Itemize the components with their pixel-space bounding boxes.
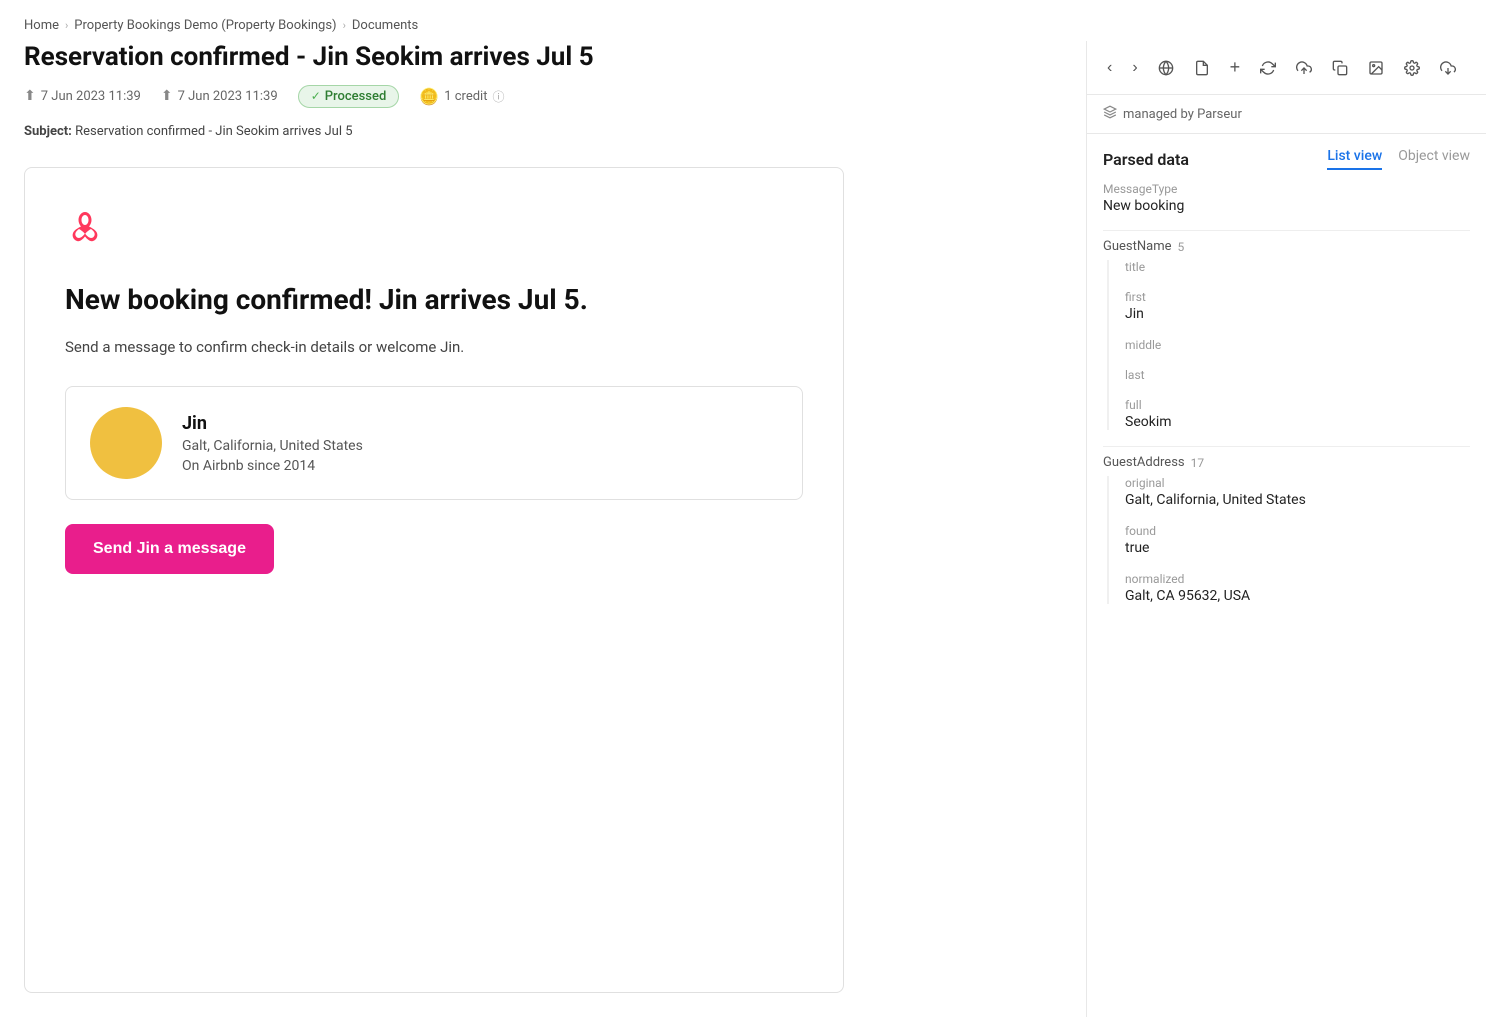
field-value-found: true: [1125, 540, 1470, 556]
created-date: ⬆ 7 Jun 2023 11:39: [24, 88, 141, 104]
email-content: New booking confirmed! Jin arrives Jul 5…: [24, 167, 844, 993]
layers-icon: [1103, 105, 1117, 123]
section-guest-address: GuestAddress 17: [1103, 455, 1470, 470]
image-button[interactable]: [1364, 56, 1388, 80]
guest-info: Jin Galt, California, United States On A…: [182, 413, 363, 474]
parsed-data-header: Parsed data List view Object view: [1087, 134, 1486, 170]
field-value-normalized: Galt, CA 95632, USA: [1125, 588, 1470, 604]
parsed-data-title: Parsed data: [1103, 150, 1189, 169]
field-last: last: [1125, 368, 1470, 382]
upload-icon: ⬆: [24, 88, 36, 104]
check-icon: ✓: [311, 89, 321, 103]
upload2-icon: ⬆: [161, 88, 173, 104]
field-label-full: full: [1125, 398, 1470, 412]
airbnb-logo: [65, 208, 803, 252]
download-button[interactable]: [1436, 56, 1460, 80]
back-button[interactable]: ‹: [1103, 55, 1116, 81]
field-label-message-type: MessageType: [1103, 182, 1470, 196]
booking-heading: New booking confirmed! Jin arrives Jul 5…: [65, 282, 803, 318]
field-value-full: Seokim: [1125, 414, 1470, 430]
nested-guest-address: original Galt, California, United States…: [1107, 476, 1470, 604]
credit-icon: 🪙: [419, 87, 439, 106]
field-label-found: found: [1125, 524, 1470, 538]
field-middle: middle: [1125, 338, 1470, 352]
upload-button[interactable]: [1292, 56, 1316, 80]
tab-list-view[interactable]: List view: [1327, 148, 1382, 170]
breadcrumb-home[interactable]: Home: [24, 18, 59, 33]
field-full: full Seokim: [1125, 398, 1470, 430]
uploaded-date: ⬆ 7 Jun 2023 11:39: [161, 88, 278, 104]
doc-meta: ⬆ 7 Jun 2023 11:39 ⬆ 7 Jun 2023 11:39 ✓ …: [24, 85, 1062, 108]
field-title: title: [1125, 260, 1470, 274]
copy-button[interactable]: [1328, 56, 1352, 80]
breadcrumb-sep-2: ›: [343, 19, 346, 32]
credit-item: 🪙 1 credit ⓘ: [419, 87, 504, 106]
field-label-normalized: normalized: [1125, 572, 1470, 586]
globe-button[interactable]: [1154, 56, 1178, 80]
settings-button[interactable]: [1400, 56, 1424, 80]
add-button[interactable]: +: [1226, 53, 1245, 82]
info-icon[interactable]: ⓘ: [492, 88, 504, 105]
field-original: original Galt, California, United States: [1125, 476, 1470, 508]
guest-location: Galt, California, United States: [182, 438, 363, 454]
field-first: first Jin: [1125, 290, 1470, 322]
field-label-original: original: [1125, 476, 1470, 490]
left-panel: Reservation confirmed - Jin Seokim arriv…: [0, 41, 1086, 1017]
breadcrumb-documents[interactable]: Documents: [352, 18, 418, 33]
subject-line: Subject: Reservation confirmed - Jin Seo…: [24, 124, 1062, 147]
parsed-data-body: MessageType New booking GuestName 5 titl…: [1087, 170, 1486, 1017]
view-tabs: List view Object view: [1327, 148, 1470, 170]
field-value-message-type: New booking: [1103, 198, 1470, 214]
field-found: found true: [1125, 524, 1470, 556]
document-button[interactable]: [1190, 56, 1214, 80]
guest-since: On Airbnb since 2014: [182, 458, 363, 474]
send-message-button[interactable]: Send Jin a message: [65, 524, 274, 574]
tab-object-view[interactable]: Object view: [1398, 148, 1470, 170]
managed-by: managed by Parseur: [1087, 95, 1486, 134]
field-normalized: normalized Galt, CA 95632, USA: [1125, 572, 1470, 604]
section-guest-name: GuestName 5: [1103, 239, 1470, 254]
right-toolbar: ‹ › +: [1087, 41, 1486, 95]
guest-avatar: [90, 407, 162, 479]
forward-button[interactable]: ›: [1128, 55, 1141, 81]
status-badge: ✓ Processed: [298, 85, 400, 108]
field-label-title: title: [1125, 260, 1470, 274]
field-value-original: Galt, California, United States: [1125, 492, 1470, 508]
breadcrumb-project[interactable]: Property Bookings Demo (Property Booking…: [74, 18, 336, 33]
field-message-type: MessageType New booking: [1103, 182, 1470, 214]
field-label-first: first: [1125, 290, 1470, 304]
breadcrumb: Home › Property Bookings Demo (Property …: [0, 0, 1486, 41]
breadcrumb-sep-1: ›: [65, 19, 68, 32]
right-panel: ‹ › +: [1086, 41, 1486, 1017]
booking-subtext: Send a message to confirm check-in detai…: [65, 338, 803, 356]
refresh-button[interactable]: [1256, 56, 1280, 80]
doc-title: Reservation confirmed - Jin Seokim arriv…: [24, 41, 1062, 75]
guest-card: Jin Galt, California, United States On A…: [65, 386, 803, 500]
field-label-last: last: [1125, 368, 1470, 382]
field-label-middle: middle: [1125, 338, 1470, 352]
field-value-first: Jin: [1125, 306, 1470, 322]
guest-name: Jin: [182, 413, 363, 434]
nested-guest-name: title first Jin middle l: [1107, 260, 1470, 430]
